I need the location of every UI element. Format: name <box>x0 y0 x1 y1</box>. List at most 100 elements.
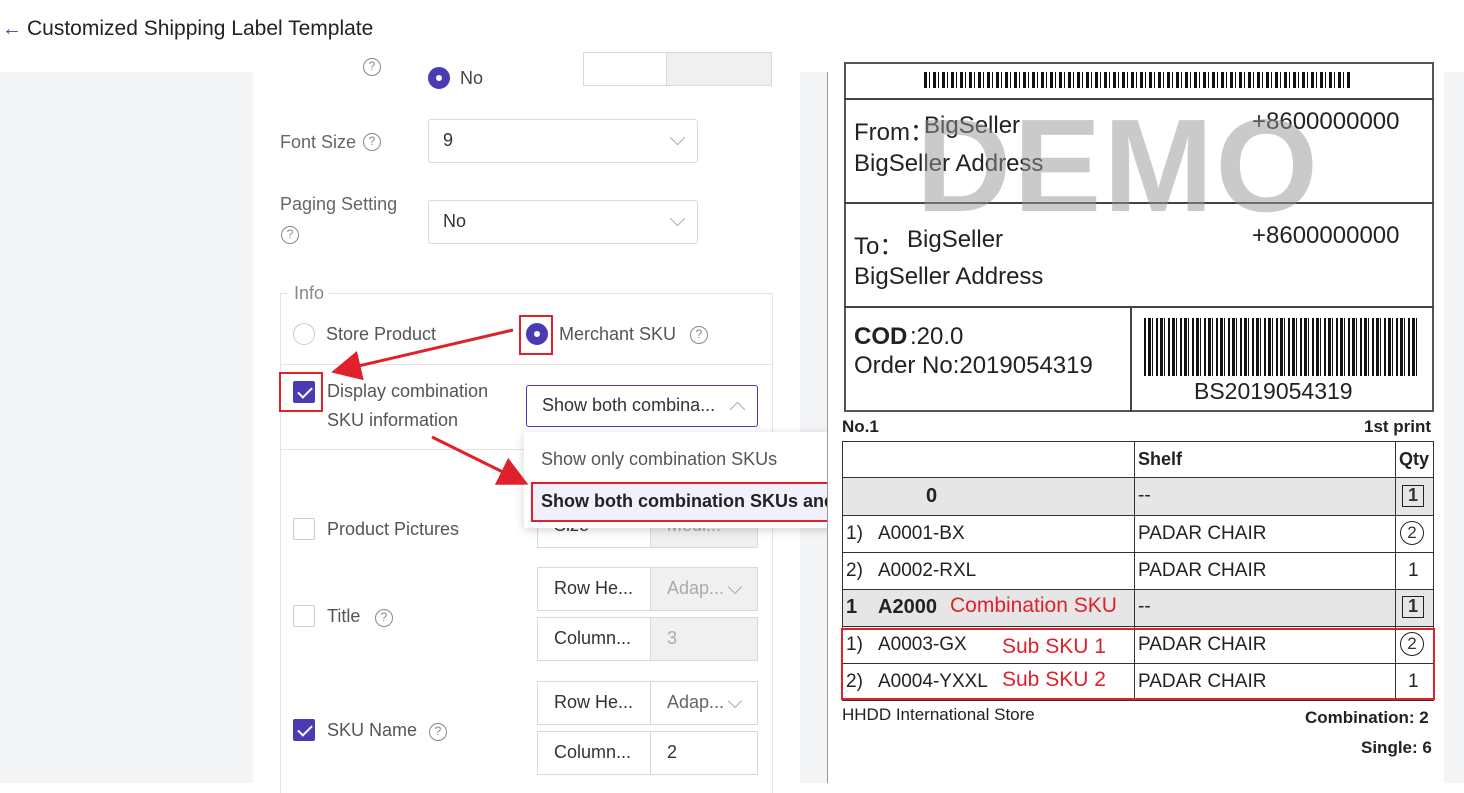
radio-no-label: No <box>460 68 484 88</box>
store-product-radio[interactable] <box>293 323 315 345</box>
table-row-index: 1 <box>846 596 858 618</box>
product-pictures-checkbox[interactable] <box>293 518 315 540</box>
title-label: Title <box>327 606 361 626</box>
table-row-shelf: -- <box>1138 485 1151 506</box>
sub-sku-highlight <box>841 628 1435 700</box>
table-row-shelf: PADAR CHAIR <box>1138 523 1267 544</box>
font-size-label: Font Size <box>280 132 357 152</box>
chevron-up-icon <box>729 401 746 418</box>
merchant-sku-highlight <box>519 315 553 355</box>
row-height-text: Row He... <box>554 692 634 712</box>
row-height-value: Adap... <box>667 578 725 598</box>
table-row-sku: 0 <box>926 485 938 507</box>
sku-name-checkbox[interactable] <box>293 719 315 741</box>
to-label: To： <box>854 233 904 260</box>
page-title: Customized Shipping Label Template <box>27 17 374 40</box>
single-count: Single: 6 <box>1361 738 1432 757</box>
paging-value: No <box>443 211 467 231</box>
title-checkbox[interactable] <box>293 605 315 627</box>
table-row-qty: 2 <box>1400 521 1424 545</box>
row-height-text: Row He... <box>554 578 634 598</box>
sku-row-height-label: Row He... <box>537 681 651 725</box>
row-height-value: Adap... <box>667 692 725 712</box>
chevron-down-icon <box>669 129 686 146</box>
sku-name-help-icon[interactable]: ? <box>429 723 447 741</box>
table-row-qty: 1 <box>1402 485 1424 507</box>
store-name: HHDD International Store <box>842 705 1035 724</box>
divider-vertical <box>1130 306 1132 412</box>
display-combination-label-2: SKU information <box>327 410 459 430</box>
checkbox-highlight <box>279 372 323 412</box>
divider-background <box>800 72 827 783</box>
cod-label: COD <box>854 323 908 350</box>
main-barcode <box>1144 318 1418 376</box>
table-header-shelf: Shelf <box>1138 449 1183 469</box>
dropdown-option-only-combination[interactable]: Show only combination SKUs <box>541 449 777 470</box>
font-size-select[interactable]: 9 <box>428 119 698 163</box>
table-row-index: 1) <box>846 523 863 544</box>
top-barcode <box>924 72 1352 88</box>
print-label: 1st print <box>1364 417 1432 436</box>
radio-no[interactable] <box>428 67 450 89</box>
table-row-line <box>842 515 1434 516</box>
barcode-text: BS2019054319 <box>1194 378 1353 404</box>
settings-panel: No ? Font Size ? 9 Paging Setting ? No I… <box>253 52 800 793</box>
chevron-down-icon <box>727 693 743 709</box>
table-row-sku: A2000 <box>878 596 937 618</box>
merchant-sku-label: Merchant SKU <box>559 324 677 344</box>
combination-annotation: Combination SKU <box>950 594 1117 617</box>
paging-setting-label: Paging Setting <box>280 194 398 214</box>
table-row-line <box>842 589 1434 590</box>
table-row-qty: 1 <box>1402 596 1424 618</box>
combination-select[interactable]: Show both combina... <box>526 385 758 427</box>
display-combination-label-1: Display combination <box>327 381 489 401</box>
table-row-line <box>842 477 1434 478</box>
divider-cod <box>844 306 1434 308</box>
to-address: BigSeller Address <box>854 263 1044 290</box>
cod-value: :20.0 <box>910 323 964 350</box>
chevron-down-icon <box>669 210 686 227</box>
left-background <box>0 72 253 783</box>
font-size-help-icon[interactable]: ? <box>363 133 381 151</box>
title-column-label: Column... <box>537 617 651 661</box>
column-text: Column... <box>554 742 632 762</box>
store-product-label: Store Product <box>326 324 437 344</box>
table-header-qty: Qty <box>1399 449 1430 469</box>
combination-count: Combination: 2 <box>1305 708 1429 727</box>
label-preview: From： BigSeller +8600000000 BigSeller Ad… <box>827 62 1444 783</box>
title-help-icon[interactable]: ? <box>375 609 393 627</box>
sku-row-height-select[interactable]: Adap... <box>650 681 758 725</box>
font-size-value: 9 <box>443 130 454 150</box>
table-row-index: 2) <box>846 560 863 581</box>
title-column-input: 3 <box>650 617 758 661</box>
table-row-shelf: PADAR CHAIR <box>1138 560 1267 581</box>
right-background <box>1444 72 1464 783</box>
title-row-height-select[interactable]: Adap... <box>650 567 758 611</box>
sku-column-label: Column... <box>537 731 651 775</box>
paging-select[interactable]: No <box>428 200 698 244</box>
column-value: 3 <box>667 628 678 648</box>
help-icon[interactable]: ? <box>363 58 381 76</box>
merchant-sku-help-icon[interactable]: ? <box>690 326 708 344</box>
table-row-shelf: -- <box>1138 596 1151 617</box>
order-number: Order No:2019054319 <box>854 352 1093 379</box>
paging-help-icon[interactable]: ? <box>281 226 299 244</box>
column-value: 2 <box>667 742 678 762</box>
table-row-sku: A0001-BX <box>878 523 965 544</box>
column-text: Column... <box>554 628 632 648</box>
arrow-left-icon[interactable]: ← <box>2 18 22 41</box>
top-field-a[interactable] <box>583 52 667 86</box>
top-field-b <box>666 52 772 86</box>
sku-column-input[interactable]: 2 <box>650 731 758 775</box>
table-row-line <box>842 552 1434 553</box>
demo-watermark: DEMO <box>916 92 1320 239</box>
info-legend: Info <box>289 283 330 304</box>
table-row-line <box>842 626 1434 627</box>
combination-select-value: Show both combina... <box>542 395 716 415</box>
table-row-sku: A0002-RXL <box>878 560 977 581</box>
chevron-down-icon <box>727 579 743 595</box>
product-pictures-label: Product Pictures <box>327 519 460 539</box>
table-row-qty: 1 <box>1408 560 1419 581</box>
no-label: No.1 <box>842 417 879 436</box>
title-row-height-label: Row He... <box>537 567 651 611</box>
